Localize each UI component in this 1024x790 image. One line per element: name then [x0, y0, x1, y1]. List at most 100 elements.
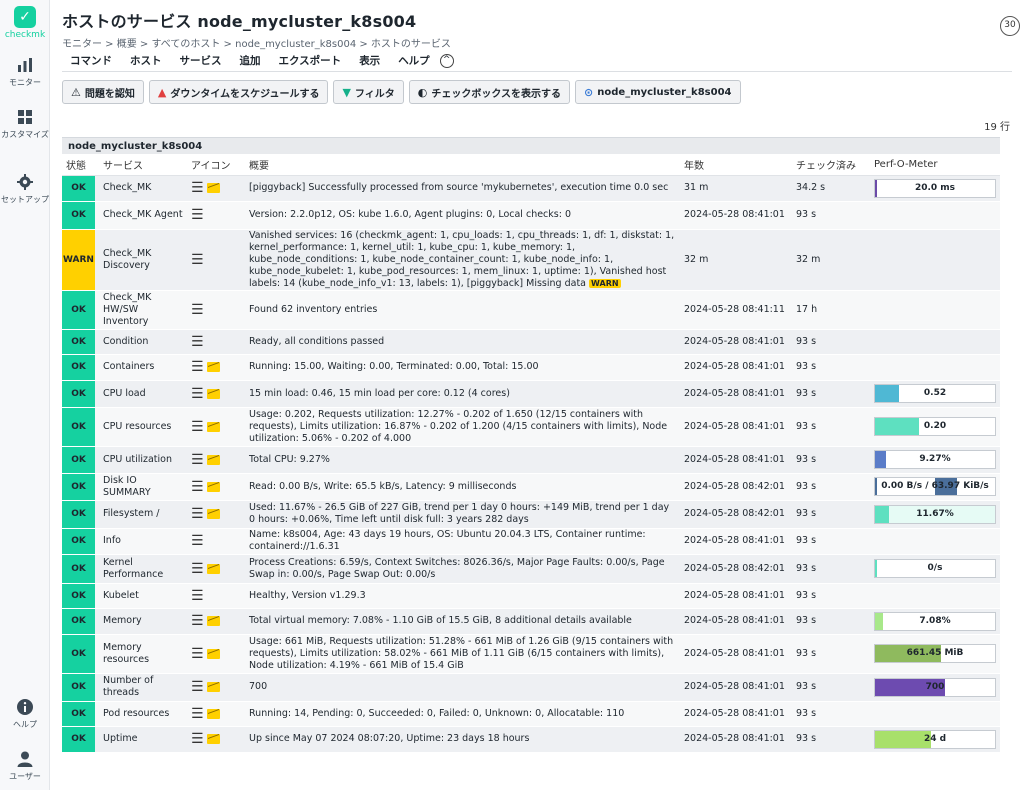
context-menu-icon[interactable]: ☰: [191, 680, 204, 694]
service-name[interactable]: Info: [99, 528, 187, 555]
menu-display[interactable]: 表示: [359, 53, 380, 68]
graph-icon[interactable]: [206, 454, 220, 465]
perfometer[interactable]: 661.45 MiB: [874, 644, 996, 663]
summary-text: Healthy, Version v1.29.3: [249, 589, 366, 601]
table-row: OK CPU utilization ☰ Total CPU: 9.27% 2024-0…: [62, 446, 1000, 474]
col-perfometer[interactable]: Perf-O-Meter: [870, 154, 1000, 176]
graph-icon[interactable]: [206, 481, 220, 492]
menu-host[interactable]: ホスト: [130, 53, 162, 68]
row-count: 19 行: [984, 122, 1010, 133]
context-menu-icon[interactable]: ☰: [191, 562, 204, 576]
menu-export[interactable]: エクスポート: [279, 53, 342, 68]
service-name[interactable]: Condition: [99, 329, 187, 355]
summary-text: Total CPU: 9.27%: [249, 453, 330, 465]
context-menu-icon[interactable]: ☰: [191, 453, 204, 467]
context-menu-icon[interactable]: ☰: [191, 647, 204, 661]
breadcrumb[interactable]: モニター > 概要 > すべてのホスト > node_mycluster_k8s…: [62, 35, 1012, 50]
graph-icon[interactable]: [206, 616, 220, 626]
chevron-up-icon[interactable]: ^: [439, 53, 454, 68]
host-group-header[interactable]: node_mycluster_k8s004: [62, 137, 1000, 154]
perfometer[interactable]: 9.27%: [874, 450, 996, 469]
service-name[interactable]: Kernel Performance: [99, 554, 187, 584]
schedule-downtime-button[interactable]: ▲ ダウンタイムをスケジュールする: [148, 80, 329, 104]
graph-icon[interactable]: [206, 708, 220, 719]
context-menu-icon[interactable]: ☰: [191, 181, 204, 195]
service-name[interactable]: CPU resources: [99, 407, 187, 447]
context-menu-icon[interactable]: ☰: [191, 303, 204, 317]
context-menu-icon[interactable]: ☰: [191, 360, 204, 374]
perfometer[interactable]: 7.08%: [874, 611, 996, 631]
service-name[interactable]: Memory: [99, 608, 187, 635]
service-name[interactable]: Uptime: [99, 726, 187, 753]
service-name[interactable]: CPU load: [99, 380, 187, 408]
acknowledge-button[interactable]: ⚠ 問題を認知: [62, 80, 144, 104]
graph-icon[interactable]: [206, 648, 220, 659]
state-cell: OK: [62, 528, 99, 555]
menu-commands[interactable]: コマンド: [70, 53, 112, 68]
graph-icon[interactable]: [206, 734, 220, 744]
perfometer[interactable]: 11.67%: [874, 504, 996, 524]
service-name[interactable]: Memory resources: [99, 634, 187, 674]
menu-add[interactable]: 追加: [240, 53, 261, 68]
sidebar-item-customize[interactable]: カスタマイズ: [0, 108, 50, 140]
filter-button[interactable]: ▼ フィルタ: [333, 80, 404, 104]
context-menu-icon[interactable]: ☰: [191, 507, 204, 521]
graph-icon[interactable]: [206, 563, 220, 574]
context-menu-icon[interactable]: ☰: [191, 387, 204, 401]
table-row: OK Condition ☰ Ready, all conditions passed…: [62, 329, 1000, 355]
perfometer[interactable]: 24 d: [874, 729, 996, 749]
service-name[interactable]: Pod resources: [99, 701, 187, 727]
service-name[interactable]: Check_MK Agent: [99, 201, 187, 230]
graph-icon[interactable]: [206, 509, 220, 519]
col-icons[interactable]: アイコン: [187, 154, 245, 176]
host-label: node_mycluster_k8s004: [597, 86, 732, 98]
perfometer[interactable]: 0.00 B/s / 63.97 KiB/s: [874, 477, 996, 496]
service-name[interactable]: Disk IO SUMMARY: [99, 473, 187, 501]
refresh-countdown[interactable]: 30: [1000, 16, 1020, 36]
context-menu-icon[interactable]: ☰: [191, 732, 204, 746]
checkmk-logo[interactable]: ✓ checkmk: [0, 6, 50, 40]
perfometer[interactable]: 0.52: [874, 384, 996, 403]
col-service[interactable]: サービス: [99, 154, 187, 176]
service-name[interactable]: Kubelet: [99, 583, 187, 609]
sidebar-item-monitor[interactable]: モニター: [0, 56, 50, 88]
context-menu-icon[interactable]: ☰: [191, 335, 204, 349]
col-summary[interactable]: 概要: [245, 154, 680, 176]
service-name[interactable]: Filesystem /: [99, 500, 187, 529]
service-name[interactable]: Number of threads: [99, 673, 187, 702]
sidebar-item-user[interactable]: ユーザー: [0, 750, 50, 782]
context-menu-icon[interactable]: ☰: [191, 208, 204, 222]
context-menu-icon[interactable]: ☰: [191, 420, 204, 434]
sidebar-item-help[interactable]: ヘルプ: [0, 698, 50, 730]
graph-icon[interactable]: [206, 682, 220, 692]
graph-icon[interactable]: [206, 362, 220, 372]
sidebar-item-setup[interactable]: セットアップ: [0, 173, 50, 205]
context-menu-icon[interactable]: ☰: [191, 589, 204, 603]
graph-icon[interactable]: [206, 183, 220, 193]
context-menu-icon[interactable]: ☰: [191, 707, 204, 721]
context-menu-icon[interactable]: ☰: [191, 480, 204, 494]
context-menu-icon[interactable]: ☰: [191, 253, 204, 267]
service-name[interactable]: Check_MK: [99, 175, 187, 202]
graph-icon[interactable]: [206, 388, 220, 399]
context-menu-icon[interactable]: ☰: [191, 614, 204, 628]
service-name[interactable]: Check_MK Discovery: [99, 229, 187, 291]
context-menu-icon[interactable]: ☰: [191, 534, 204, 548]
menu-service[interactable]: サービス: [180, 53, 222, 68]
menu-help[interactable]: ヘルプ: [398, 53, 430, 68]
perfometer[interactable]: 0.20: [874, 417, 996, 436]
service-name[interactable]: Check_MK HW/SW Inventory: [99, 290, 187, 330]
perfometer[interactable]: 0/s: [874, 559, 996, 578]
col-state[interactable]: 状態: [62, 154, 99, 176]
service-name[interactable]: Containers: [99, 354, 187, 381]
col-checked[interactable]: チェック済み: [792, 154, 870, 176]
col-age[interactable]: 年数: [680, 154, 792, 176]
graph-icon[interactable]: [206, 421, 220, 432]
summary-cell: Running: 14, Pending: 0, Succeeded: 0, F…: [245, 701, 680, 727]
perfometer[interactable]: 20.0 ms: [874, 178, 996, 198]
perfometer[interactable]: 700: [874, 677, 996, 697]
host-button[interactable]: ⊙ node_mycluster_k8s004: [575, 80, 741, 104]
show-checkboxes-button[interactable]: ◐ チェックボックスを表示する: [408, 80, 571, 104]
service-name[interactable]: CPU utilization: [99, 446, 187, 474]
age-cell: 31 m: [680, 175, 792, 202]
